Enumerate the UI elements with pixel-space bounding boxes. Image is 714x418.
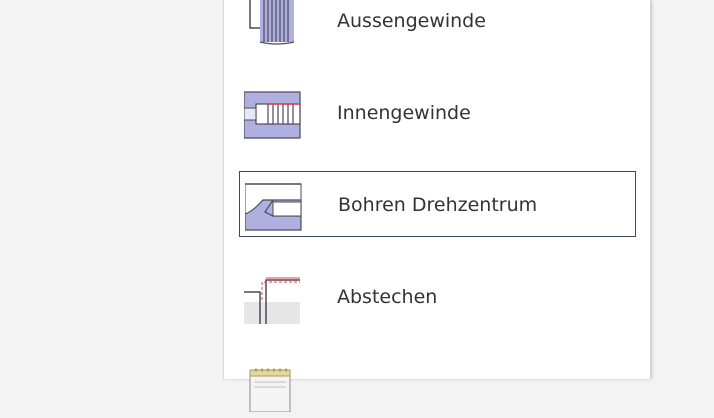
part-off-icon bbox=[244, 277, 300, 324]
menu-item-bohren-drehzentrum[interactable]: Bohren Drehzentrum bbox=[239, 171, 636, 237]
menu-item-innengewinde[interactable]: Innengewinde bbox=[239, 80, 636, 146]
internal-thread-icon bbox=[244, 91, 301, 139]
notepad-icon bbox=[249, 368, 291, 412]
operation-list-panel: Aussengewinde Innengewinde Bohren Drehze… bbox=[223, 0, 650, 412]
external-thread-icon bbox=[249, 0, 295, 45]
menu-item-aussengewinde[interactable]: Aussengewinde bbox=[239, 0, 636, 54]
drill-center-icon bbox=[245, 183, 302, 231]
menu-item-label: Innengewinde bbox=[337, 102, 471, 124]
menu-item-label: Bohren Drehzentrum bbox=[338, 194, 538, 216]
menu-item-abstechen[interactable]: Abstechen bbox=[239, 264, 636, 330]
menu-item-label: Aussengewinde bbox=[337, 10, 486, 32]
menu-item-label: Abstechen bbox=[337, 286, 438, 308]
menu-item-notes[interactable] bbox=[239, 352, 636, 418]
